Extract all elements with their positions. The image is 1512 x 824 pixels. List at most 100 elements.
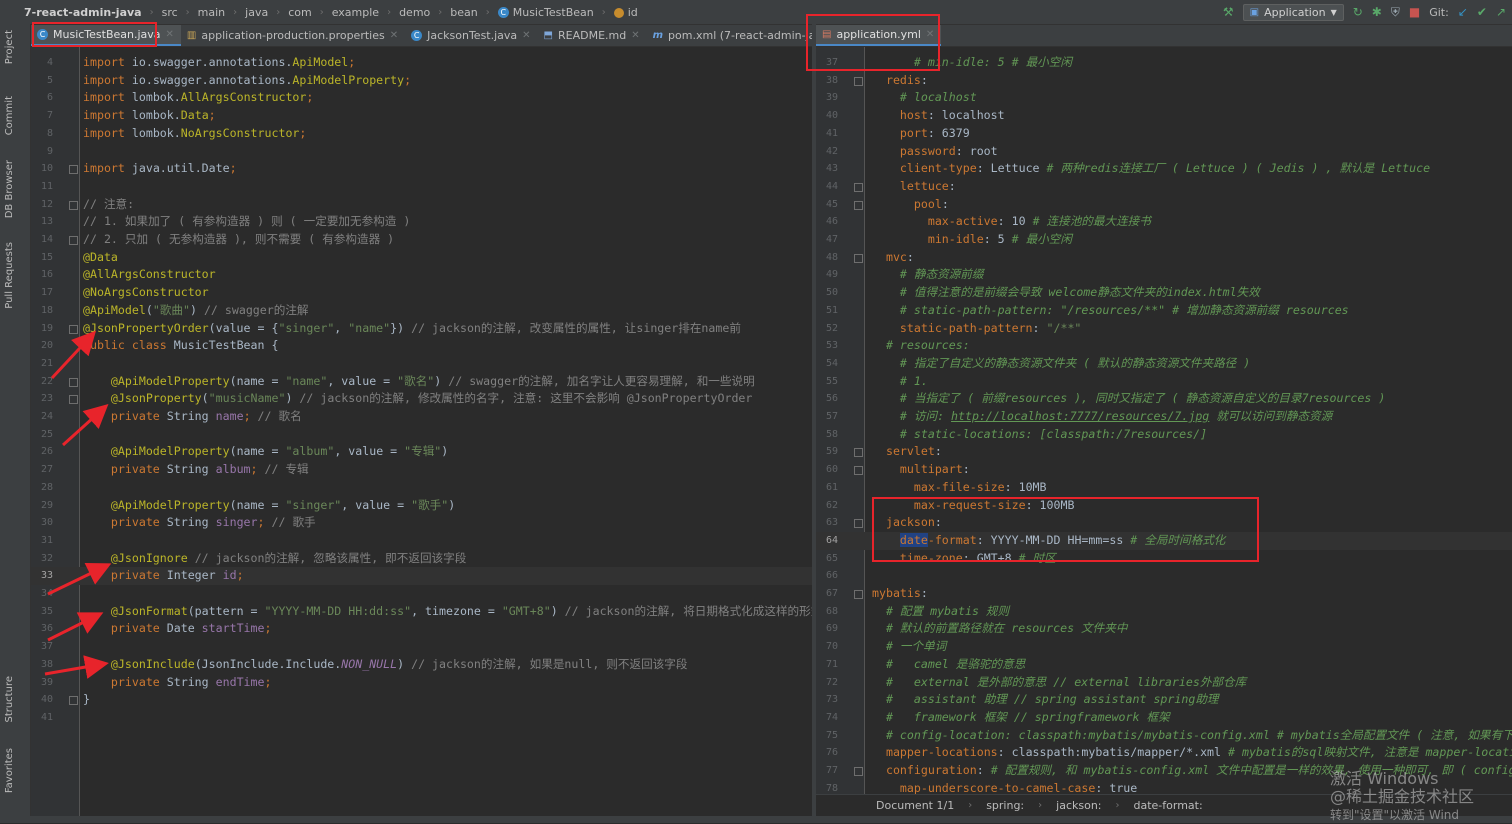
code-token: ) [285,391,300,406]
fold-marker-icon[interactable] [69,395,78,405]
tool-pull-requests[interactable]: Pull Requests [4,242,15,309]
code-token: # 指定了自定义的静态资源文件夹 ( 默认的静态资源文件夹路径 ) [899,355,1251,370]
fold-marker-icon[interactable] [854,466,863,476]
fold-marker-icon[interactable] [854,253,863,263]
yaml-breadcrumb-item[interactable]: date-format: [1134,799,1203,812]
code-token: ; [299,125,307,140]
git-push-icon[interactable]: ↗ [1496,5,1506,19]
code-line: 38 redis: [816,72,1512,90]
fold-marker-icon[interactable] [69,696,78,706]
close-icon[interactable]: ✕ [166,29,174,40]
breadcrumb-item[interactable]: java [243,6,270,19]
tool-commit[interactable]: Commit [4,96,15,135]
code-token: (JsonInclude.Include. [194,656,342,671]
tab-label: application-production.properties [201,29,385,42]
breadcrumb-item[interactable]: bean [448,6,479,19]
tool-structure[interactable]: Structure [4,676,15,723]
breadcrumb-item[interactable]: C MusicTestBean [496,6,596,19]
line-number: 77 [825,765,838,776]
git-update-icon[interactable]: ↙ [1458,5,1468,19]
code-token: (name = [229,497,286,512]
code-line: 27 private String album; // 专辑 [31,461,812,479]
breadcrumb-separator: › [968,799,973,811]
tab-application-production-properties[interactable]: ▥ application-production.properties ✕ [181,25,405,46]
coverage-icon[interactable]: ⛨ [1391,5,1400,20]
line-number: 53 [825,340,838,352]
code-token: : true [1095,780,1138,794]
watermark-activate: 激活 Windows [1330,769,1439,788]
fold-marker-icon[interactable] [854,448,863,458]
code-text: // 1. 如果加了 ( 有参构造器 ) 则 ( 一定要加无参构造 ) [83,213,410,231]
close-icon[interactable]: ✕ [390,30,398,41]
breadcrumb-separator: › [319,6,324,18]
line-number: 69 [825,623,838,635]
line-number: 44 [825,180,838,192]
breadcrumb-item[interactable]: main [196,6,227,19]
code-text: # static-locations: [classpath:/7resourc… [872,426,1207,444]
code-token: Data [180,108,209,123]
breadcrumb-item[interactable]: example [330,6,381,19]
yaml-editor[interactable]: 37 # min-idle: 5 # 最小空闲 38 redis: 39 # loc… [816,47,1512,794]
code-text: @Data [83,249,118,267]
code-line: 9 [31,143,812,161]
stop-icon[interactable]: ■ [1409,5,1420,19]
fold-marker-icon[interactable] [69,377,78,387]
debug-icon[interactable]: ✱ [1372,5,1382,19]
breadcrumb-separator: › [1115,799,1120,811]
breadcrumb-item[interactable]: id [612,6,640,19]
fold-marker-icon[interactable] [69,324,78,334]
yaml-breadcrumb-item[interactable]: spring: [986,799,1024,812]
code-token: io.swagger.annotations. [131,55,293,69]
breadcrumb-item[interactable]: src [160,6,180,19]
rerun-icon[interactable]: ↻ [1353,5,1363,19]
line-number: 62 [825,499,838,511]
code-token: # static-path-pattern: "/resources/**" #… [899,302,1349,317]
code-line: 50 # 值得注意的是前缀会导致 welcome静态文件夹的index.html… [816,284,1512,302]
fold-marker-icon[interactable] [854,200,863,210]
yaml-breadcrumb-item[interactable]: jackson: [1056,799,1101,812]
code-line: 34 [31,585,812,603]
fold-marker-icon[interactable] [854,76,863,86]
code-token: Integer [166,568,223,583]
code-line: 20 public class MusicTestBean { [31,337,812,355]
java-editor[interactable]: 4 import io.swagger.annotations.ApiModel;… [31,47,812,816]
code-token: @JsonPropertyOrder [83,320,209,335]
code-token: AllArgsConstructor [180,90,307,105]
fold-marker-icon[interactable] [854,590,863,599]
code-token: NoArgsConstructor [180,125,300,140]
tool-favorites[interactable]: Favorites [4,748,15,793]
fold-marker-icon[interactable] [854,182,863,192]
code-token: # resources: [885,338,970,353]
git-commit-icon[interactable]: ✔ [1477,5,1487,19]
tab-readme-md[interactable]: ⬒ README.md ✕ [538,25,647,46]
code-token: ; [250,462,265,477]
breadcrumb-item[interactable]: com [286,6,314,19]
tool-project[interactable]: Project [4,30,15,64]
code-text: password: root [872,143,998,161]
fold-marker-icon[interactable] [69,236,78,245]
breadcrumb-item[interactable]: demo [397,6,432,19]
code-text: pool: [872,196,949,214]
tab-jacksontest-java[interactable]: C JacksonTest.java ✕ [405,25,537,46]
hammer-build-icon[interactable]: ⚒ [1223,5,1234,19]
code-token: import [83,125,132,140]
fold-marker-icon[interactable] [854,767,863,776]
line-number: 26 [40,446,53,458]
yaml-breadcrumb-item[interactable]: Document 1/1 [876,799,954,812]
breadcrumb: 7-react-admin-java › src › main › java › com › exa… [0,6,640,19]
fold-marker-icon[interactable] [69,165,78,175]
close-icon[interactable]: ✕ [522,30,530,41]
breadcrumb-separator: › [185,6,190,18]
fold-marker-icon[interactable] [854,519,863,529]
tool-db-browser[interactable]: DB Browser [4,160,15,218]
code-token: (value = { [208,320,279,335]
tab-pom-xml-7-react-admin-java[interactable]: mpom.xml (7-react-admin-java)✕ [647,25,812,46]
run-configuration-select[interactable]: ▣ Application ▼ [1242,3,1344,21]
fold-marker-icon[interactable] [69,200,78,210]
breadcrumb-item[interactable]: 7-react-admin-java [22,6,144,19]
close-icon[interactable]: ✕ [631,30,639,41]
code-token: multipart [899,462,963,477]
code-line: 54 # 指定了自定义的静态资源文件夹 ( 默认的静态资源文件夹路径 ) [816,355,1512,373]
